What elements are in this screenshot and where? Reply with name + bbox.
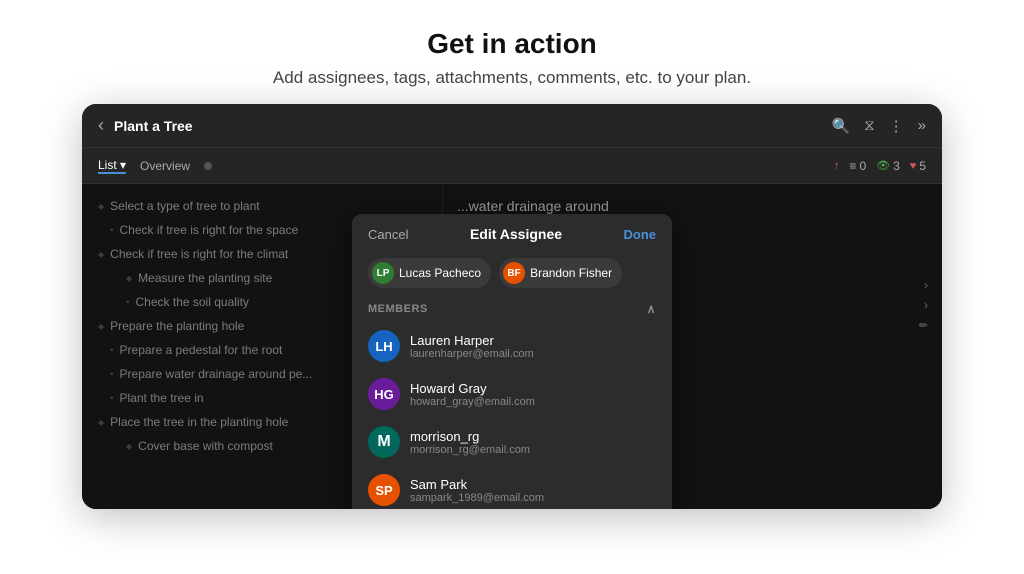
- eye-count: 3: [893, 159, 900, 173]
- sub-bar: List ▾ Overview ↑ ≡ 0 👁 3 ♥ 5: [82, 148, 942, 184]
- tab-overview[interactable]: Overview: [140, 159, 190, 173]
- stat-heart: ♥ 5: [910, 159, 926, 173]
- heart-count: 5: [919, 159, 926, 173]
- sam-name: Sam Park: [410, 477, 656, 492]
- more-icon[interactable]: ⋮: [889, 117, 904, 135]
- howard-info: Howard Gray howard_gray@email.com: [410, 381, 656, 408]
- page-header: Get in action Add assignees, tags, attac…: [0, 0, 1024, 104]
- modal-header: Cancel Edit Assignee Done: [352, 214, 672, 250]
- lucas-name: Lucas Pacheco: [399, 266, 481, 280]
- eq-count: 0: [859, 159, 866, 173]
- sam-info: Sam Park sampark_1989@email.com: [410, 477, 656, 504]
- lucas-avatar: LP: [372, 262, 394, 284]
- edit-assignee-modal: Cancel Edit Assignee Done LP Lucas Pache…: [352, 214, 672, 509]
- members-toggle[interactable]: ∧: [647, 302, 656, 316]
- brandon-avatar: BF: [503, 262, 525, 284]
- app-window: ‹ Plant a Tree 🔍 ⧖ ⋮ » List ▾ Overview ↑…: [82, 104, 942, 509]
- howard-name: Howard Gray: [410, 381, 656, 396]
- howard-email: howard_gray@email.com: [410, 396, 656, 408]
- modal-overlay: Cancel Edit Assignee Done LP Lucas Pache…: [82, 184, 942, 509]
- lauren-avatar: LH: [368, 330, 400, 362]
- member-howard[interactable]: HG Howard Gray howard_gray@email.com: [352, 370, 672, 418]
- selected-assignees: LP Lucas Pacheco BF Brandon Fisher: [352, 250, 672, 296]
- lauren-info: Lauren Harper laurenharper@email.com: [410, 333, 656, 360]
- top-bar: ‹ Plant a Tree 🔍 ⧖ ⋮ »: [82, 104, 942, 148]
- top-actions: 🔍 ⧖ ⋮ »: [831, 117, 926, 135]
- stat-eq: ≡ 0: [849, 159, 866, 173]
- sam-avatar: SP: [368, 474, 400, 506]
- members-section-header: Members ∧: [352, 296, 672, 322]
- stat-eye: 👁 3: [876, 159, 900, 173]
- howard-avatar: HG: [368, 378, 400, 410]
- lauren-email: laurenharper@email.com: [410, 348, 656, 360]
- selected-chip-lucas[interactable]: LP Lucas Pacheco: [368, 258, 491, 288]
- eye-icon: 👁: [876, 159, 890, 172]
- tab-list[interactable]: List ▾: [98, 158, 126, 174]
- member-morrison[interactable]: M morrison_rg morrison_rg@email.com: [352, 418, 672, 466]
- morrison-info: morrison_rg morrison_rg@email.com: [410, 429, 656, 456]
- lauren-name: Lauren Harper: [410, 333, 656, 348]
- eq-icon: ≡: [849, 159, 856, 173]
- modal-done-button[interactable]: Done: [624, 227, 657, 242]
- sub-bar-dot: [204, 162, 212, 170]
- selected-chip-brandon[interactable]: BF Brandon Fisher: [499, 258, 622, 288]
- project-title: Plant a Tree: [114, 118, 831, 134]
- page-subtitle: Add assignees, tags, attachments, commen…: [20, 68, 1004, 88]
- sam-email: sampark_1989@email.com: [410, 492, 656, 504]
- member-sam[interactable]: SP Sam Park sampark_1989@email.com: [352, 466, 672, 509]
- sub-bar-stats: ↑ ≡ 0 👁 3 ♥ 5: [834, 159, 926, 173]
- stat-arrow: ↑: [834, 160, 840, 172]
- member-lauren[interactable]: LH Lauren Harper laurenharper@email.com: [352, 322, 672, 370]
- expand-icon[interactable]: »: [918, 117, 926, 134]
- brandon-name: Brandon Fisher: [530, 266, 612, 280]
- members-label: Members: [368, 303, 428, 315]
- search-icon[interactable]: 🔍: [831, 117, 850, 135]
- morrison-email: morrison_rg@email.com: [410, 444, 656, 456]
- heart-icon: ♥: [910, 160, 917, 172]
- modal-title: Edit Assignee: [470, 226, 562, 242]
- filter-icon[interactable]: ⧖: [864, 117, 875, 134]
- arrow-up-icon: ↑: [834, 160, 840, 172]
- modal-cancel-button[interactable]: Cancel: [368, 227, 408, 242]
- morrison-name: morrison_rg: [410, 429, 656, 444]
- morrison-avatar: M: [368, 426, 400, 458]
- page-title: Get in action: [20, 28, 1004, 60]
- back-button[interactable]: ‹: [98, 115, 104, 136]
- main-content: ◆Select a type of tree to plant•Check if…: [82, 184, 942, 509]
